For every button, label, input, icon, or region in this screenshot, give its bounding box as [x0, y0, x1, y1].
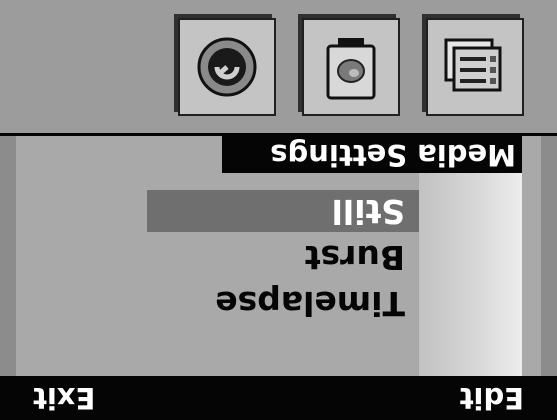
- dial-button[interactable]: [178, 18, 276, 116]
- menu-item-timelapse[interactable]: Timelapse: [147, 282, 419, 324]
- menu-border-right: [0, 136, 16, 376]
- bottom-toolbar: [0, 0, 557, 133]
- menu-border-left: [541, 136, 557, 376]
- dial-icon: [197, 37, 257, 97]
- camera-icon: [326, 38, 376, 100]
- exit-softkey[interactable]: Exit: [33, 379, 95, 417]
- section-title: Media Settings: [222, 136, 522, 173]
- softkey-bar: Edit Exit: [0, 376, 557, 420]
- menu-item-burst[interactable]: Burst: [147, 236, 419, 278]
- document-list-button[interactable]: [426, 18, 524, 116]
- menu-item-still[interactable]: Still: [147, 190, 419, 232]
- edit-softkey[interactable]: Edit: [460, 379, 524, 417]
- toolbar-divider: [0, 133, 557, 136]
- menu-area: Timelapse Burst Still Media Settings: [0, 136, 557, 376]
- capture-mode-menu: Timelapse Burst Still: [147, 186, 419, 324]
- menu-gradient-panel: [419, 173, 522, 376]
- device-screen: Edit Exit Timelapse Burst Still Media Se…: [0, 0, 557, 420]
- document-list-icon: [444, 38, 502, 92]
- camera-button[interactable]: [302, 18, 400, 116]
